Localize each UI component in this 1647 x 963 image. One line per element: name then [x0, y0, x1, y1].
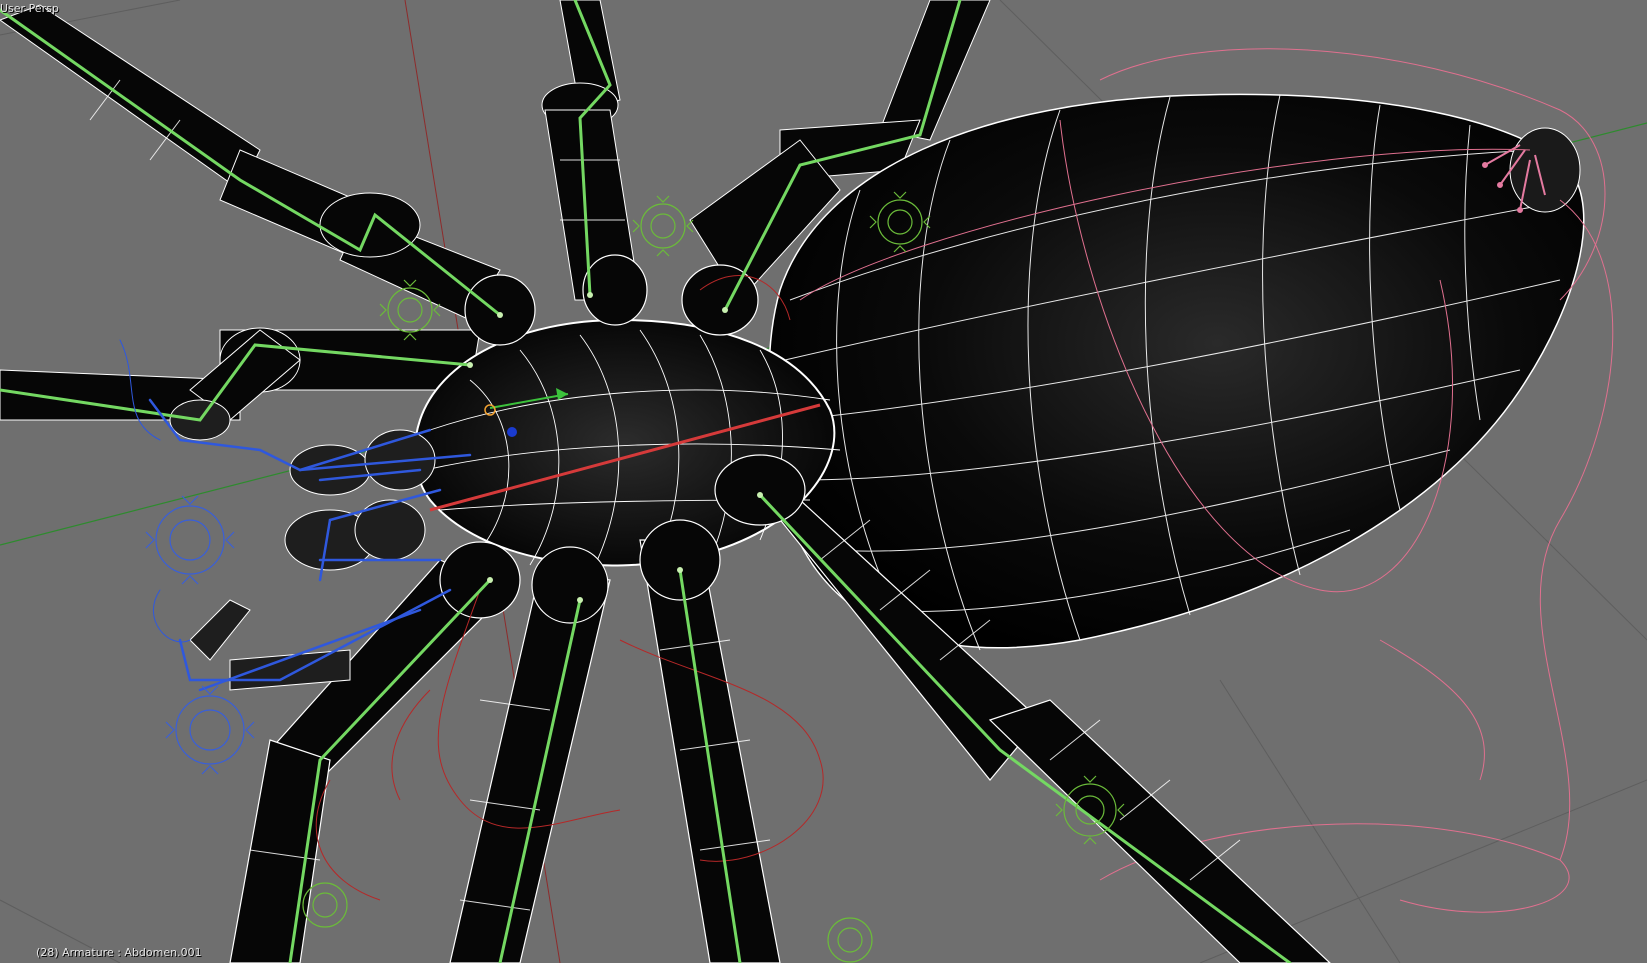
cephalothorax-mesh: [413, 318, 841, 576]
spider-scene[interactable]: [0, 0, 1647, 963]
object-info: (28) Armature : Abdomen.001: [36, 946, 202, 959]
3d-viewport[interactable]: User Persp (28) Armature : Abdomen.001: [0, 0, 1647, 963]
view-label: User Persp: [0, 2, 59, 15]
blue-bone-joint: [507, 427, 517, 437]
abdomen-mesh: [768, 93, 1585, 651]
